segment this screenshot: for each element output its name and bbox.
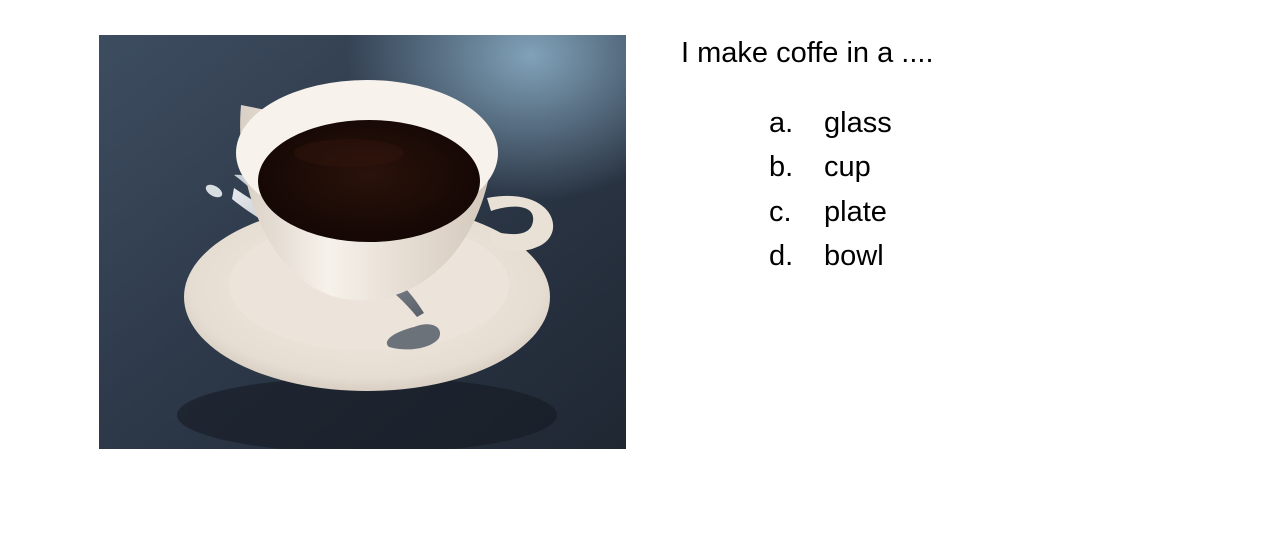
option-text: cup — [824, 151, 871, 184]
option-letter: c. — [769, 195, 792, 228]
option-letter: b. — [769, 151, 794, 184]
question-text: I make coffe in a .... — [681, 37, 934, 69]
option-text: glass — [824, 106, 892, 139]
option-a: a. glass — [769, 101, 892, 146]
option-letter: d. — [769, 240, 794, 273]
option-text: plate — [824, 195, 887, 228]
option-d: d. bowl — [769, 235, 892, 280]
coffee-cup-image — [99, 35, 626, 449]
option-c: c. plate — [769, 190, 892, 235]
option-b: b. cup — [769, 146, 892, 191]
option-letter: a. — [769, 106, 794, 139]
option-text: bowl — [824, 240, 884, 273]
answer-options-list: a. glass b. cup c. plate d. bowl — [769, 101, 892, 279]
